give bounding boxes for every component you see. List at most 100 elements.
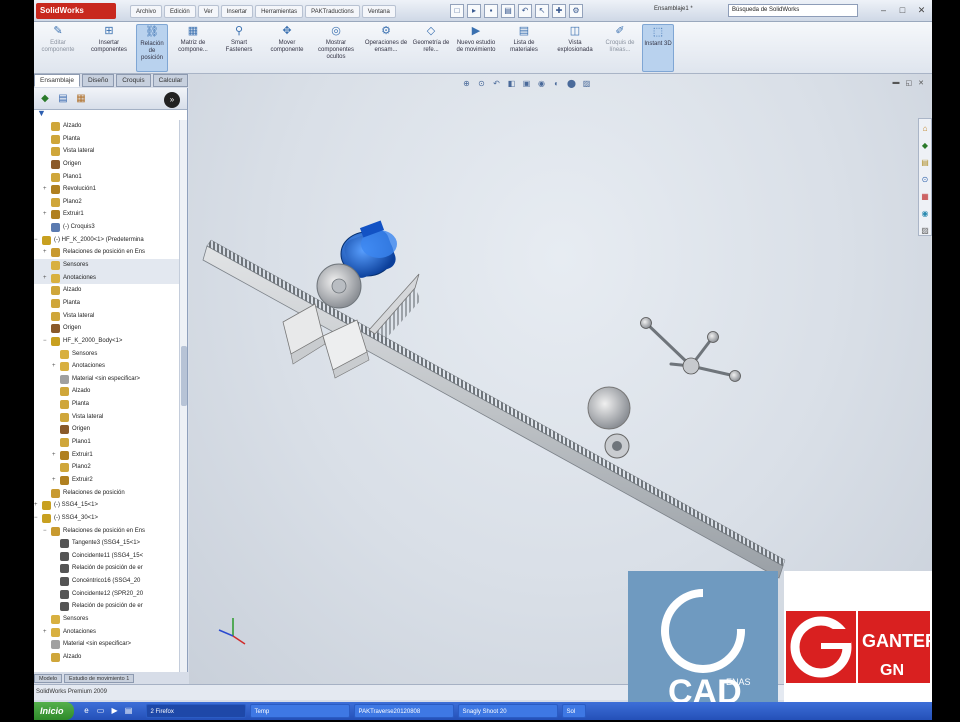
- expand-toggle-icon[interactable]: −: [34, 234, 38, 247]
- rebuild-icon[interactable]: ✚: [552, 4, 566, 18]
- command-move-button[interactable]: ✥ Mover componente: [266, 24, 308, 72]
- tree-node[interactable]: Plano1: [34, 436, 180, 449]
- property-manager-icon[interactable]: ▤: [56, 92, 70, 106]
- command-reference-geometry-button[interactable]: ◇ Geometría de refe...: [412, 24, 450, 72]
- tree-node[interactable]: Material <sin especificar>: [34, 638, 180, 651]
- tree-scrollbar[interactable]: [179, 120, 187, 672]
- tree-node[interactable]: + Anotaciones: [34, 271, 180, 285]
- tree-node[interactable]: + Anotaciones: [34, 360, 180, 373]
- menu-item[interactable]: PAKTraductions: [305, 5, 360, 18]
- expand-toggle-icon[interactable]: +: [52, 449, 56, 462]
- tree-node[interactable]: Material <sin especificar>: [34, 373, 180, 386]
- folder-icon[interactable]: ▤: [124, 706, 134, 716]
- filter-icon[interactable]: ▼: [37, 108, 46, 118]
- star-knob-handle[interactable]: [640, 317, 741, 382]
- tab-0[interactable]: Ensamblaje: [34, 74, 80, 87]
- tree-node[interactable]: Alzado: [34, 385, 180, 398]
- tab-2[interactable]: Croquis: [116, 74, 151, 87]
- gear-rack[interactable]: [202, 239, 786, 579]
- minimize-icon[interactable]: –: [877, 4, 890, 17]
- expand-toggle-icon[interactable]: −: [34, 512, 38, 525]
- command-pattern-button[interactable]: ▦ Matriz de compone...: [172, 24, 214, 72]
- command-sketch-lines-button[interactable]: ✐ Croquis de líneas...: [602, 24, 638, 72]
- tree-node[interactable]: Tangente3 (SSG4_15<1>: [34, 537, 180, 550]
- tree-node[interactable]: + Extruir1: [34, 449, 180, 462]
- tree-node[interactable]: + Extruir1: [34, 208, 180, 221]
- tree-node[interactable]: Concéntrico16 (SSG4_20: [34, 575, 180, 588]
- expand-toggle-icon[interactable]: −: [43, 525, 47, 538]
- taskbar-item[interactable]: Sol: [561, 704, 586, 718]
- tree-node[interactable]: − Relaciones de posición en Ens: [34, 525, 180, 538]
- tree-node[interactable]: Vista lateral: [34, 310, 180, 323]
- tree-node[interactable]: Relación de posición de er: [34, 562, 180, 575]
- tree-node[interactable]: Vista lateral: [34, 411, 180, 424]
- expand-toggle-icon[interactable]: −: [43, 335, 47, 348]
- tree-node[interactable]: Sensores: [34, 259, 180, 272]
- command-show-hidden-button[interactable]: ◎ Mostrar componentes ocultos: [312, 24, 360, 72]
- options-icon[interactable]: ⚙: [569, 4, 583, 18]
- tree-node[interactable]: Plano2: [34, 461, 180, 474]
- tree-node[interactable]: Relaciones de posición: [34, 487, 180, 500]
- expand-toggle-icon[interactable]: +: [43, 183, 47, 196]
- tree-node[interactable]: − (-) SSG4_30<1>: [34, 512, 180, 525]
- menu-item[interactable]: Herramientas: [255, 5, 304, 18]
- command-edit-component-button[interactable]: ✎ Editar componente: [36, 24, 80, 72]
- solidworks-logo[interactable]: SolidWorks: [36, 3, 116, 19]
- tree-node[interactable]: Alzado: [34, 120, 180, 133]
- taskbar-item[interactable]: Temp: [249, 704, 350, 718]
- command-fastener-button[interactable]: ⚲ Smart Fasteners: [218, 24, 260, 72]
- expand-toggle-icon[interactable]: +: [43, 626, 47, 639]
- tree-node[interactable]: − (-) HF_K_2000<1> (Predetermina: [34, 234, 180, 247]
- expand-toggle-icon[interactable]: +: [43, 272, 47, 285]
- restore-icon[interactable]: □: [896, 4, 909, 17]
- tree-node[interactable]: Planta: [34, 398, 180, 411]
- expand-toggle-icon[interactable]: +: [43, 208, 47, 221]
- ie-icon[interactable]: e: [82, 706, 92, 716]
- tab-3[interactable]: Calcular: [152, 74, 189, 87]
- expand-toggle-icon[interactable]: +: [52, 360, 56, 373]
- tree-node[interactable]: Plano1: [34, 171, 180, 184]
- tree-node[interactable]: Alzado: [34, 284, 180, 297]
- command-bom-button[interactable]: ▤ Lista de materiales: [502, 24, 546, 72]
- model-tab-1[interactable]: Estudio de movimiento 1: [64, 674, 135, 683]
- tree-node[interactable]: Planta: [34, 133, 180, 146]
- scroll-thumb[interactable]: [181, 346, 187, 406]
- desktop-icon[interactable]: ▭: [96, 706, 106, 716]
- command-instant3d-button[interactable]: ⬚ Instant 3D: [642, 24, 674, 72]
- tree-node[interactable]: Vista lateral: [34, 145, 180, 158]
- taskbar-item[interactable]: PAKTraverse20120808: [353, 704, 454, 718]
- blue-motor[interactable]: [316, 220, 398, 309]
- save-icon[interactable]: ▪: [484, 4, 498, 18]
- close-icon[interactable]: ✕: [915, 4, 928, 17]
- undo-icon[interactable]: ↶: [518, 4, 532, 18]
- taskbar-item[interactable]: 2 Firefox: [145, 704, 246, 718]
- tree-node[interactable]: Origen: [34, 322, 180, 335]
- command-assembly-features-button[interactable]: ⚙ Operaciones de ensam...: [364, 24, 408, 72]
- tree-node[interactable]: + (-) SSG4_15<1>: [34, 499, 180, 512]
- open-file-icon[interactable]: ▸: [467, 4, 481, 18]
- carriage-wheels[interactable]: [587, 386, 631, 459]
- command-mate-button[interactable]: ⛓ Relación de posición: [136, 24, 168, 72]
- configuration-manager-icon[interactable]: ▦: [74, 92, 88, 106]
- menu-item[interactable]: Ventana: [361, 5, 396, 18]
- tree-node[interactable]: Sensores: [34, 613, 180, 626]
- menu-item[interactable]: Archivo: [130, 5, 163, 18]
- expand-toggle-icon[interactable]: +: [52, 474, 56, 487]
- tree-node[interactable]: (-) Croquis3: [34, 221, 180, 234]
- tree-node[interactable]: Plano2: [34, 196, 180, 209]
- expand-toggle-icon[interactable]: +: [43, 246, 47, 259]
- media-icon[interactable]: ▶: [110, 706, 120, 716]
- select-icon[interactable]: ↖: [535, 4, 549, 18]
- expand-toggle-icon[interactable]: +: [34, 499, 38, 512]
- tree-node[interactable]: Coincidente12 (SPR20_20: [34, 588, 180, 601]
- tree-node[interactable]: − HF_K_2000_Body<1>: [34, 335, 180, 348]
- tree-node[interactable]: Origen: [34, 423, 180, 436]
- tree-node[interactable]: + Extruir2: [34, 474, 180, 487]
- menu-item[interactable]: Ver: [197, 5, 219, 18]
- tree-node[interactable]: Coincidente11 (SSG4_15<: [34, 550, 180, 563]
- tree-node[interactable]: Alzado: [34, 651, 180, 664]
- tree-node[interactable]: Sensores: [34, 348, 180, 361]
- expand-panel-icon[interactable]: »: [164, 92, 180, 108]
- command-exploded-view-button[interactable]: ◫ Vista explosionada: [552, 24, 598, 72]
- search-input[interactable]: Búsqueda de SolidWorks: [728, 4, 858, 17]
